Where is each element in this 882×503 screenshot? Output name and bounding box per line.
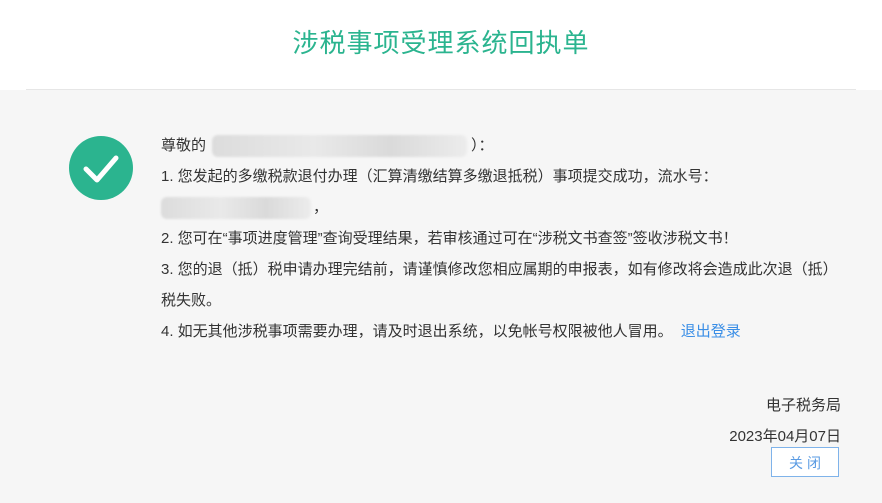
- item-2: 2. 您可在“事项进度管理”查询受理结果，若审核通过可在“涉税文书查签”签收涉税…: [161, 223, 851, 254]
- serial-number-line: ，: [161, 192, 851, 223]
- greeting-suffix: ）：: [471, 137, 494, 154]
- item-3: 3. 您的退（抵）税申请办理完结前，请谨慎修改您相应属期的申报表，如有修改将会造…: [161, 254, 851, 316]
- close-button[interactable]: 关闭: [771, 447, 839, 477]
- message-content: 尊敬的 ）： 1. 您发起的多缴税款退付办理（汇算清缴结算多缴退抵税）事项提交成功…: [161, 130, 851, 347]
- issuer-name: 电子税务局: [765, 397, 841, 414]
- item-1-text: 1. 您发起的多缴税款退付办理（汇算清缴结算多缴退抵税）事项提交成功，流水号：: [161, 168, 718, 185]
- signature-block: 电子税务局 2023年04月07日: [729, 390, 841, 452]
- page-title: 涉税事项受理系统回执单: [292, 28, 590, 58]
- check-icon: [69, 136, 133, 200]
- redacted-taxpayer-name: [212, 135, 468, 158]
- redacted-serial-number: [161, 197, 311, 220]
- greeting-line: 尊敬的 ）：: [161, 130, 851, 161]
- greeting-prefix: 尊敬的: [161, 137, 207, 154]
- item-1-end: ，: [313, 199, 329, 216]
- item-4: 4. 如无其他涉税事项需要办理，请及时退出系统，以免帐号权限被他人冒用。 退出登录: [161, 316, 851, 347]
- item-3-text: 3. 您的退（抵）税申请办理完结前，请谨慎修改您相应属期的申报表，如有修改将会造…: [161, 261, 838, 309]
- item-4-text: 4. 如无其他涉税事项需要办理，请及时退出系统，以免帐号权限被他人冒用。: [161, 323, 673, 340]
- receipt-body: 尊敬的 ）： 1. 您发起的多缴税款退付办理（汇算清缴结算多缴退抵税）事项提交成功…: [0, 90, 882, 503]
- header: 涉税事项受理系统回执单: [0, 0, 882, 89]
- item-1: 1. 您发起的多缴税款退付办理（汇算清缴结算多缴退抵税）事项提交成功，流水号：: [161, 161, 851, 192]
- item-2-text: 2. 您可在“事项进度管理”查询受理结果，若审核通过可在“涉税文书查签”签收涉税…: [161, 230, 738, 247]
- receipt-page: 涉税事项受理系统回执单 尊敬的 ）： 1. 您发起的多缴税款退付办理（汇算清缴结算…: [0, 0, 882, 503]
- logout-link[interactable]: 退出登录: [681, 323, 741, 340]
